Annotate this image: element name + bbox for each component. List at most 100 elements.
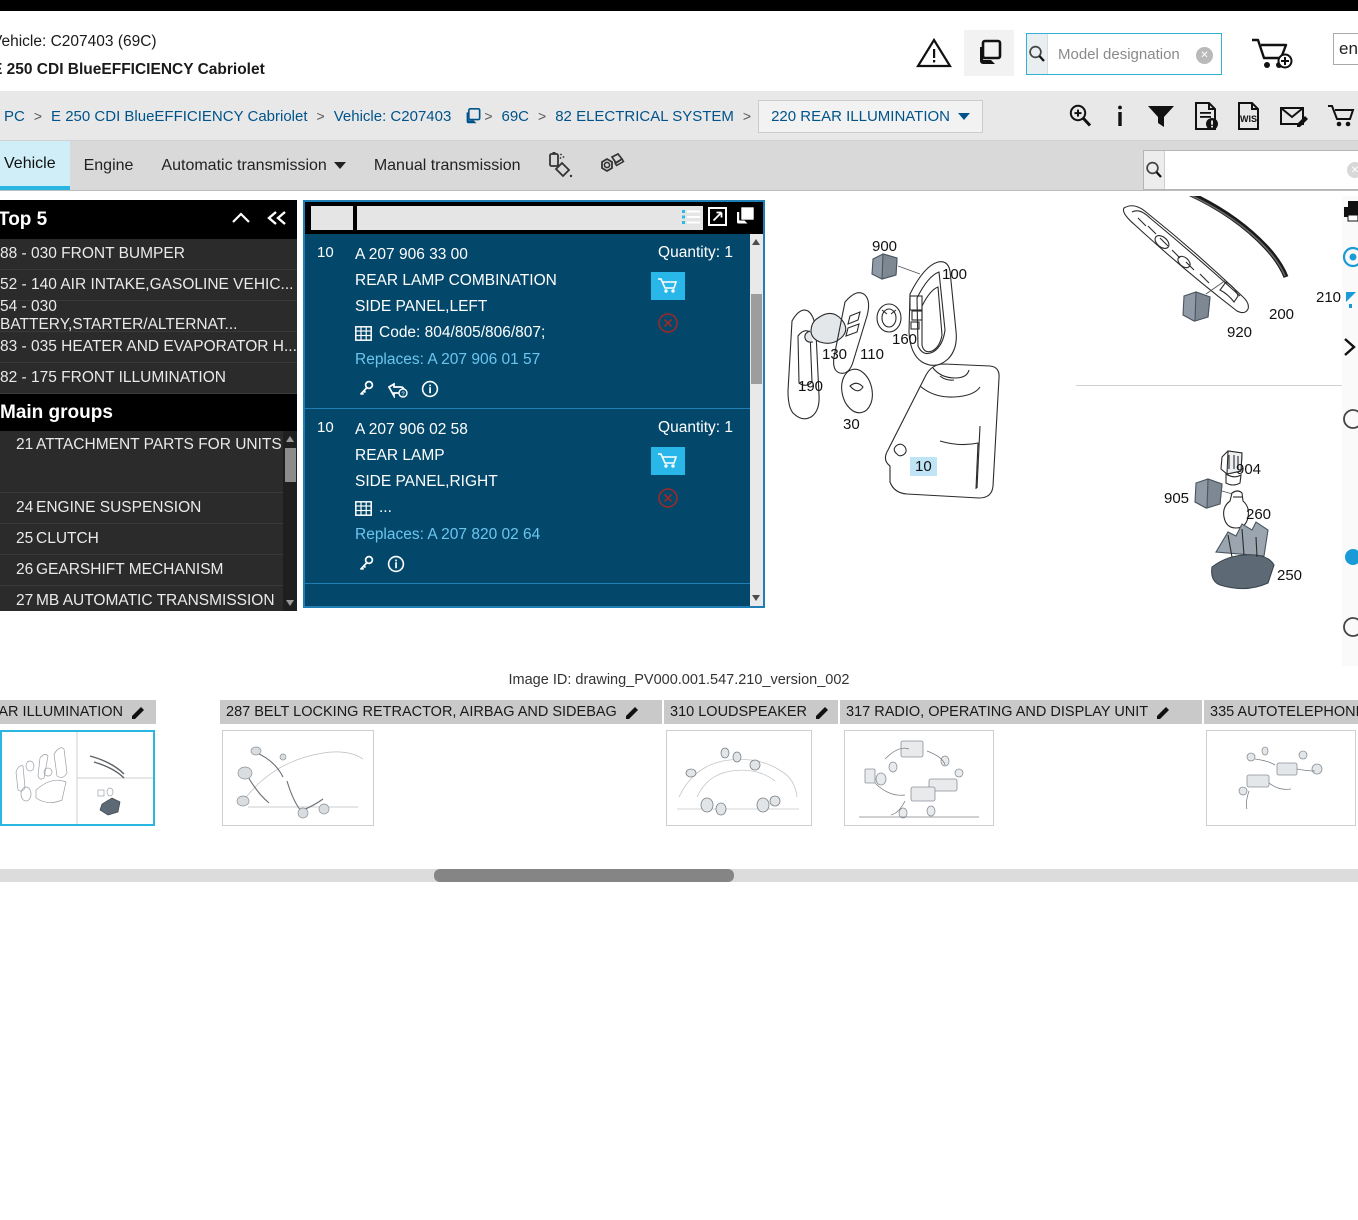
thumbnail-group-287[interactable]: 287 BELT LOCKING RETRACTOR, AIRBAG AND S…	[220, 700, 662, 826]
info-icon[interactable]	[1111, 102, 1129, 130]
scroll-up-icon[interactable]	[752, 239, 760, 245]
drawing-label-10-selected[interactable]: 10	[910, 457, 937, 476]
edit-icon[interactable]	[130, 704, 146, 720]
thumbnail-group-220[interactable]: 220 REAR ILLUMINATION	[0, 700, 156, 826]
global-search-box[interactable]: ✕	[1143, 150, 1358, 190]
list-item[interactable]	[0, 730, 155, 826]
tab-engine[interactable]: Engine	[70, 141, 148, 190]
scrollbar-thumb[interactable]	[751, 294, 762, 384]
paint-spray-icon[interactable]	[545, 151, 575, 181]
tab-vehicle[interactable]: Vehicle	[0, 141, 70, 190]
top5-item-3[interactable]: 83 - 035 HEATER AND EVAPORATOR H...	[0, 332, 297, 363]
model-search-box[interactable]: ✕	[1026, 33, 1267, 75]
parts-filter-input[interactable]	[357, 206, 703, 230]
add-to-cart-button[interactable]	[651, 272, 685, 300]
close-x-icon[interactable]	[1342, 336, 1358, 358]
model-search-input[interactable]	[1048, 34, 1267, 74]
tab-automatic-transmission[interactable]: Automatic transmission	[147, 141, 359, 190]
parts-list-scrollbar[interactable]	[750, 234, 763, 606]
edit-icon[interactable]	[1155, 704, 1171, 720]
breadcrumb-item-group[interactable]: 82 ELECTRICAL SYSTEM	[547, 108, 742, 125]
scrollbar-thumb[interactable]	[285, 448, 296, 482]
list-item[interactable]	[1206, 730, 1356, 826]
zoom-in-icon[interactable]	[1066, 102, 1094, 130]
scroll-up-icon[interactable]	[286, 436, 294, 442]
circle-outline-icon[interactable]	[1342, 616, 1358, 638]
main-group-item-27[interactable]: 27 MB AUTOMATIC TRANSMISSION	[0, 586, 297, 611]
top5-item-4[interactable]: 82 - 175 FRONT ILLUMINATION	[0, 363, 297, 394]
key-icon[interactable]	[357, 555, 375, 573]
warning-triangle-icon[interactable]	[915, 37, 953, 69]
wis-document-icon[interactable]: WIS	[1236, 101, 1262, 131]
breadcrumb-item-vehicle[interactable]: Vehicle: C207403	[326, 108, 460, 125]
add-to-cart-button[interactable]	[651, 447, 685, 475]
breadcrumb-item-code[interactable]: 69C	[494, 108, 538, 125]
parts-filter-cell[interactable]	[311, 206, 353, 230]
bolt-nut-icon[interactable]	[593, 151, 625, 181]
info-icon[interactable]	[421, 380, 439, 398]
target-icon[interactable]	[1342, 246, 1358, 268]
filter-icon[interactable]	[1146, 102, 1176, 130]
list-item[interactable]	[222, 730, 374, 826]
drawing-panel-bottom-right[interactable]: 904 905 260 250	[1076, 387, 1346, 666]
table-row[interactable]: 10 A 207 906 33 00 REAR LAMP COMBINATION…	[305, 234, 763, 409]
drawing-panel-top-right[interactable]: 210 200 920	[1076, 196, 1346, 386]
thumbnail-group-310[interactable]: 310 LOUDSPEAKER	[664, 700, 838, 826]
cart-icon[interactable]	[1326, 102, 1356, 130]
circle-icon[interactable]	[1342, 408, 1358, 430]
remove-part-icon[interactable]	[657, 312, 679, 334]
main-group-item-24[interactable]: 24 ENGINE SUSPENSION	[0, 493, 297, 524]
breadcrumb-active-dropdown[interactable]: 220 REAR ILLUMINATION	[758, 99, 984, 133]
main-group-item-25[interactable]: 25 CLUTCH	[0, 524, 297, 555]
horizontal-scrollbar[interactable]	[0, 869, 1358, 882]
search-clear-icon[interactable]: ✕	[1347, 162, 1358, 178]
arrow-nav-icon[interactable]	[1342, 288, 1358, 310]
copy-documents-icon[interactable]	[964, 30, 1014, 76]
table-grid-icon[interactable]	[355, 325, 372, 341]
add-to-cart-icon[interactable]	[1248, 35, 1294, 73]
scroll-down-icon[interactable]	[752, 595, 760, 601]
scroll-down-icon[interactable]	[286, 600, 294, 606]
search-icon[interactable]	[1027, 34, 1048, 74]
tab-manual-transmission[interactable]: Manual transmission	[360, 141, 535, 190]
part-replaces[interactable]: Replaces: A 207 820 02 64	[355, 521, 608, 549]
main-groups-scrollbar[interactable]	[283, 431, 297, 611]
key-icon[interactable]	[357, 380, 375, 398]
global-search-input[interactable]	[1165, 151, 1358, 189]
document-alert-icon[interactable]	[1193, 101, 1219, 131]
thumbnail-group-335[interactable]: 335 AUTOTELEPHONE	[1204, 700, 1358, 826]
collapse-up-icon[interactable]	[230, 208, 252, 228]
list-view-icon[interactable]	[681, 208, 701, 226]
circle-filled-icon[interactable]	[1342, 546, 1358, 568]
top5-item-0[interactable]: 88 - 030 FRONT BUMPER	[0, 239, 297, 270]
main-group-item-26[interactable]: 26 GEARSHIFT MECHANISM	[0, 555, 297, 586]
printer-icon[interactable]	[1342, 200, 1358, 222]
list-item[interactable]	[844, 730, 994, 826]
info-icon[interactable]	[387, 555, 405, 573]
list-item[interactable]	[666, 730, 812, 826]
breadcrumb-copy-icon[interactable]	[463, 107, 481, 125]
expand-icon[interactable]	[708, 207, 727, 226]
tool-help-icon[interactable]: ?	[387, 380, 409, 398]
search-clear-icon[interactable]: ✕	[1196, 47, 1213, 64]
remove-part-icon[interactable]	[657, 487, 679, 509]
scrollbar-thumb[interactable]	[434, 869, 734, 882]
top5-item-1[interactable]: 52 - 140 AIR INTAKE,GASOLINE VEHIC...	[0, 270, 297, 301]
copy-icon[interactable]	[734, 207, 755, 226]
mail-edit-icon[interactable]	[1279, 102, 1309, 130]
thumbnail-group-317[interactable]: 317 RADIO, OPERATING AND DISPLAY UNIT	[840, 700, 1202, 826]
breadcrumb-item-pc[interactable]: PC	[0, 108, 33, 125]
main-group-item-21[interactable]: 21 ATTACHMENT PARTS FOR UNITS	[0, 431, 297, 493]
edit-icon[interactable]	[624, 704, 640, 720]
part-replaces[interactable]: Replaces: A 207 906 01 57	[355, 346, 608, 374]
top5-item-2[interactable]: 54 - 030 BATTERY,STARTER/ALTERNAT...	[0, 298, 297, 333]
table-grid-icon[interactable]	[355, 500, 372, 516]
collapse-left-icon[interactable]	[265, 208, 289, 228]
edit-icon[interactable]	[814, 704, 830, 720]
language-selector[interactable]: en	[1333, 33, 1358, 65]
table-row[interactable]: 10 A 207 906 02 58 REAR LAMP SIDE PANEL,…	[305, 409, 763, 584]
search-icon[interactable]	[1144, 151, 1165, 189]
drawing-panel-main[interactable]: 900 100 160 130 110 190 30 10	[770, 196, 1075, 666]
drawing-label-260: 260	[1246, 506, 1272, 523]
breadcrumb-item-model[interactable]: E 250 CDI BlueEFFICIENCY Cabriolet	[43, 108, 316, 125]
